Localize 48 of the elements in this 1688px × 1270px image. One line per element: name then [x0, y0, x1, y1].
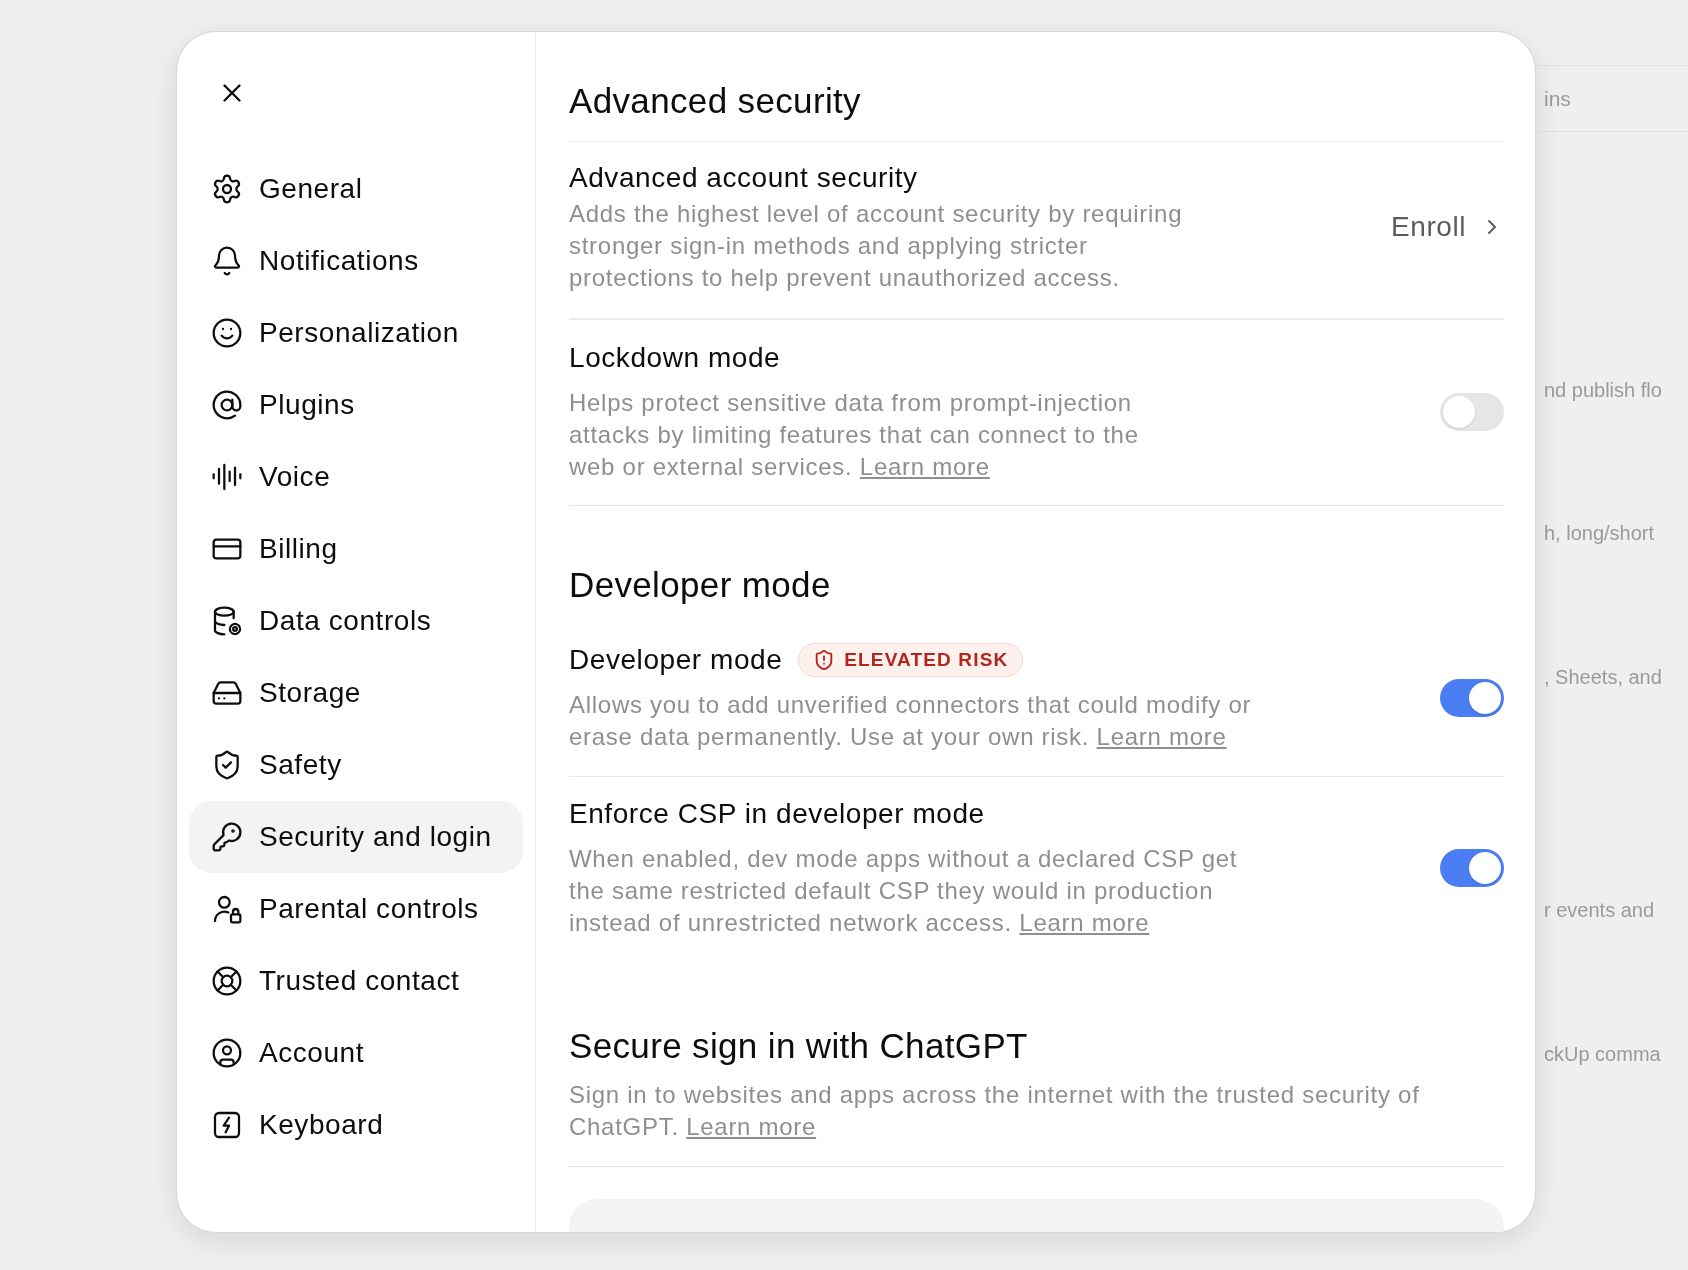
setting-title: Lockdown mode [569, 341, 781, 375]
background-text: r events and [1543, 898, 1656, 923]
setting-description: Helps protect sensitive data from prompt-injection attacks by limiting features that can connect to the web or external services. Learn more [569, 388, 1140, 482]
enroll-button[interactable]: Enroll [1391, 206, 1504, 248]
gear-icon [211, 173, 243, 205]
sidebar-item[interactable]: Keyboard [189, 1089, 523, 1161]
sidebar-item[interactable]: Plugins [189, 369, 523, 441]
bell-icon [211, 245, 243, 277]
background-text: h, long/short [1543, 521, 1656, 546]
setting-description: Sign in to websites and apps across the internet with the trusted security of ChatGPT. Learn more [569, 1080, 1421, 1142]
sidebar-item[interactable]: Billing [189, 513, 523, 585]
section-heading: Developer mode [569, 565, 832, 605]
sidebar-item[interactable]: Voice [189, 441, 523, 513]
sidebar-item[interactable]: General [189, 153, 523, 225]
risk-label: ELEVATED RISK [844, 647, 1009, 672]
at-sign-icon [211, 389, 243, 421]
section-heading: Secure sign in with ChatGPT [569, 1026, 1029, 1066]
toggle-switch[interactable] [1440, 848, 1504, 887]
header-text: ins [1544, 85, 1571, 112]
toggle-switch[interactable] [1440, 678, 1504, 717]
sidebar-item[interactable]: Storage [189, 657, 523, 729]
sidebar-item[interactable]: Account [189, 1017, 523, 1089]
setting-description: When enabled, dev mode apps without a declared CSP get the same restricted default CSP they would in production instead of unrestricted network access. Learn more [569, 844, 1239, 938]
user-circle-icon [211, 1037, 243, 1069]
setting-title: Enforce CSP in developer mode [569, 797, 985, 831]
database-gear-icon [211, 605, 243, 637]
sidebar-item[interactable]: Notifications [189, 225, 523, 297]
setting-description: Allows you to add unverified connectors that could modify or erase data permanently. Use at your own risk. Learn more [569, 690, 1253, 752]
key-icon [211, 821, 243, 853]
sidebar-item[interactable]: Trusted contact [189, 945, 523, 1017]
sidebar-item[interactable]: Parental controls [189, 873, 523, 945]
audio-lines-icon [211, 461, 243, 493]
background-text: ckUp comma [1543, 1042, 1662, 1067]
background-text: nd publish flo [1543, 378, 1663, 403]
sidebar-item[interactable]: Safety [189, 729, 523, 801]
sidebar-item[interactable]: Data controls [189, 585, 523, 657]
setting-title: Developer mode [569, 643, 783, 677]
background-text: , Sheets, and [1543, 665, 1663, 690]
setting-description: Adds the highest level of account security by requiring stronger sign-in methods and applying stricter protections to help prevent unauthorized access. [569, 199, 1184, 293]
life-buoy-icon [211, 965, 243, 997]
section-heading: Advanced security [569, 81, 1504, 142]
sidebar-item[interactable]: Personalization [189, 297, 523, 369]
smile-icon [211, 317, 243, 349]
lightning-square-icon [211, 1109, 243, 1141]
user-lock-icon [211, 893, 243, 925]
sidebar-item[interactable]: Security and login [189, 801, 523, 873]
toggle-switch[interactable] [1440, 392, 1504, 431]
setting-title: Advanced account security [569, 161, 918, 195]
